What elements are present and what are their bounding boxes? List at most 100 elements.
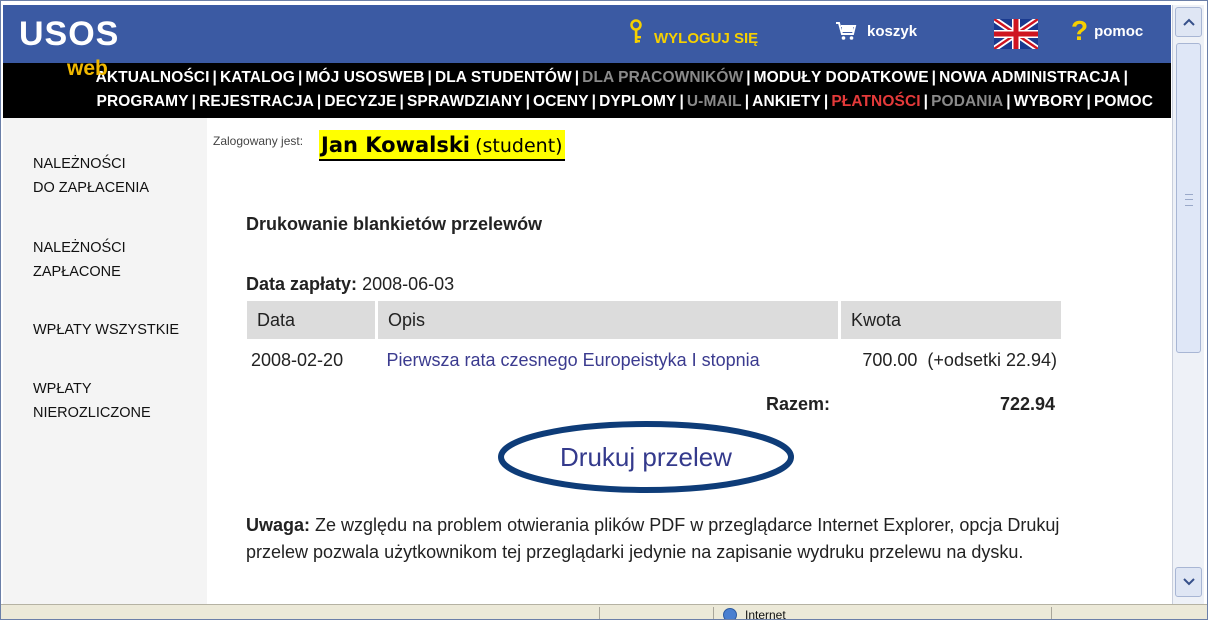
sidebar-item-label: ZAPŁACONE xyxy=(33,264,121,280)
nav-separator: | xyxy=(297,69,303,86)
nav-item-row2-10[interactable]: WYBORY xyxy=(1014,93,1084,110)
row-interest: (+odsetki 22.94) xyxy=(927,349,1057,370)
payment-date-value: 2008-06-03 xyxy=(362,274,455,294)
nav-separator: | xyxy=(591,93,597,110)
nav-item-row2-2[interactable]: DECYZJE xyxy=(324,93,396,110)
sidebar-item-dues-paid[interactable]: NALEŻNOŚCI ZAPŁACONE xyxy=(33,236,126,284)
column-header-description: Opis xyxy=(375,301,840,339)
sidebar-item-label: NALEŻNOŚCI xyxy=(33,240,126,256)
status-zone-text: Internet xyxy=(745,608,786,620)
page-title: Drukowanie blankietów przelewów xyxy=(246,214,543,234)
nav-item-row2-1[interactable]: REJESTRACJA xyxy=(199,93,314,110)
nav-separator: | xyxy=(746,69,751,86)
print-transfer-button[interactable]: Drukuj przelew xyxy=(497,420,795,494)
nav-separator: | xyxy=(1086,93,1091,110)
nav-item-row1-5[interactable]: MODUŁY DODATKOWE xyxy=(754,69,929,86)
internet-zone-icon xyxy=(723,608,737,619)
scrollbar-thumb[interactable] xyxy=(1176,43,1201,353)
nav-separator: | xyxy=(679,93,684,110)
nav-item-row2-9[interactable]: PODANIA xyxy=(931,93,1003,110)
usos-web-logo[interactable]: web xyxy=(67,57,108,81)
row-amount: 700.00 (+odsetki 22.94) xyxy=(840,339,1062,381)
nav-item-row1-6[interactable]: NOWA ADMINISTRACJA xyxy=(939,69,1120,86)
sidebar-item-dues-to-pay[interactable]: NALEŻNOŚCI DO ZAPŁACENIA xyxy=(33,152,149,200)
note-text: Ze względu na problem otwierania plików … xyxy=(246,515,1060,562)
nav-item-row2-8[interactable]: PŁATNOŚCI xyxy=(831,93,920,110)
nav-item-row2-0[interactable]: PROGRAMY xyxy=(97,93,189,110)
sidebar-item-label: WPŁATY WSZYSTKIE xyxy=(33,322,180,338)
nav-separator: | xyxy=(399,93,404,110)
user-role: (student) xyxy=(475,135,563,157)
nav-item-row1-2[interactable]: MÓJ USOSWEB xyxy=(305,69,424,86)
sidebar-item-all-payments[interactable]: WPŁATY WSZYSTKIE xyxy=(33,318,179,342)
shopping-cart-icon xyxy=(836,22,857,40)
nav-item-row2-4[interactable]: OCENY xyxy=(533,93,589,110)
status-bar: Internet xyxy=(1,604,1207,620)
note-paragraph: Uwaga: Ze względu na problem otwierania … xyxy=(246,512,1096,566)
usos-logo[interactable]: USOS xyxy=(19,15,119,54)
nav-separator: | xyxy=(212,69,217,86)
main-content: Zalogowany jest: Jan Kowalski (student) … xyxy=(207,118,1171,604)
nav-item-row1-0[interactable]: AKTUALNOŚCI xyxy=(96,69,210,86)
total-value: 722.94 xyxy=(999,394,1055,414)
nav-separator: | xyxy=(823,93,829,110)
nav-separator: | xyxy=(316,93,322,110)
logout-link[interactable]: WYLOGUJ SIĘ xyxy=(628,19,758,47)
nav-row-2: PROGRAMY | REJESTRACJA | DECYZJE | SPRAWDZIANY… xyxy=(97,93,1153,111)
cart-link[interactable]: koszyk xyxy=(835,21,917,41)
sidebar: NALEŻNOŚCI DO ZAPŁACENIA NALEŻNOŚCI ZAPŁ… xyxy=(3,118,207,604)
nav-item-row2-7[interactable]: ANKIETY xyxy=(752,93,821,110)
nav-item-row1-4[interactable]: DLA PRACOWNIKÓW xyxy=(582,69,743,86)
user-name: Jan Kowalski xyxy=(321,133,471,157)
nav-separator: | xyxy=(744,93,750,110)
sidebar-item-unsettled-payments[interactable]: WPŁATY NIEROZLICZONE xyxy=(33,377,151,425)
scroll-up-button[interactable] xyxy=(1175,7,1202,37)
top-header: USOS WYLOGUJ SIĘ koszyk ? pomoc xyxy=(3,5,1171,63)
note-label: Uwaga: xyxy=(246,515,311,535)
help-link[interactable]: ? pomoc xyxy=(1071,17,1143,45)
nav-separator: | xyxy=(525,93,531,110)
help-label: pomoc xyxy=(1094,22,1144,40)
scroll-down-button[interactable] xyxy=(1175,567,1202,597)
vertical-scrollbar[interactable] xyxy=(1172,5,1204,604)
nav-separator: | xyxy=(574,69,580,86)
key-icon xyxy=(630,19,642,43)
payments-table: Data Opis Kwota 2008-02-20 Pierwsza rata… xyxy=(247,301,1061,381)
print-transfer-highlight: Drukuj przelew xyxy=(497,420,795,494)
cart-label: koszyk xyxy=(867,22,918,40)
payment-date-label: Data zapłaty: xyxy=(246,274,358,294)
main-navigation: AKTUALNOŚCI | KATALOG | MÓJ USOSWEB | DLA STUD… xyxy=(3,63,1171,118)
status-divider xyxy=(1051,607,1052,619)
chevron-down-icon xyxy=(1182,578,1195,586)
nav-row-1: AKTUALNOŚCI | KATALOG | MÓJ USOSWEB | DLA STUD… xyxy=(96,69,1131,87)
column-header-date: Data xyxy=(247,301,377,339)
logged-in-label: Zalogowany jest: xyxy=(213,134,304,148)
sidebar-item-label: NIEROZLICZONE xyxy=(33,405,151,421)
nav-item-row2-3[interactable]: SPRAWDZIANY xyxy=(407,93,523,110)
row-amount-value: 700.00 xyxy=(862,349,918,370)
row-description-link[interactable]: Pierwsza rata czesnego Europeistyka I st… xyxy=(387,350,760,370)
nav-item-row1-1[interactable]: KATALOG xyxy=(220,69,295,86)
browser-window: USOS WYLOGUJ SIĘ koszyk ? pomoc web AKTU… xyxy=(0,0,1208,620)
status-divider xyxy=(599,607,600,619)
question-mark-icon: ? xyxy=(1071,15,1089,46)
nav-item-row2-11[interactable]: POMOC xyxy=(1094,93,1153,110)
sidebar-item-label: DO ZAPŁACENIA xyxy=(33,180,150,196)
row-date: 2008-02-20 xyxy=(251,349,344,370)
nav-item-row2-6[interactable]: U-MAIL xyxy=(687,93,742,110)
table-header-row: Data Opis Kwota xyxy=(247,301,1061,339)
nav-item-row1-3[interactable]: DLA STUDENTÓW xyxy=(435,69,572,86)
nav-separator: | xyxy=(931,69,937,86)
table-row: 2008-02-20 Pierwsza rata czesnego Europe… xyxy=(247,339,1061,381)
english-flag-icon[interactable] xyxy=(994,19,1038,49)
nav-separator: | xyxy=(923,93,929,110)
chevron-up-icon xyxy=(1182,18,1195,26)
column-header-amount: Kwota xyxy=(838,301,1061,339)
nav-separator: | xyxy=(1123,69,1128,86)
logout-label: WYLOGUJ SIĘ xyxy=(654,29,759,47)
user-badge: Jan Kowalski (student) xyxy=(319,130,565,161)
nav-item-row2-5[interactable]: DYPLOMY xyxy=(599,93,676,110)
nav-separator: | xyxy=(427,69,432,86)
nav-separator: | xyxy=(191,93,197,110)
nav-separator: | xyxy=(1006,93,1011,110)
